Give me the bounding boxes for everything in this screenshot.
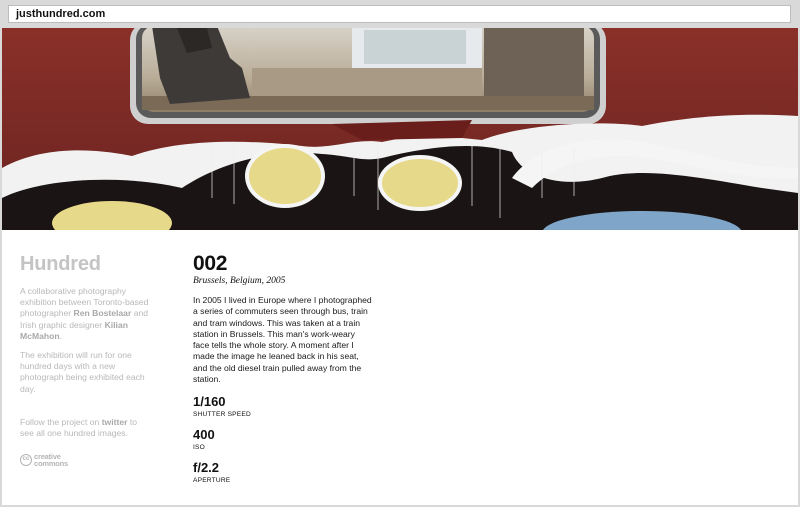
follow-pre: Follow the project on bbox=[20, 416, 102, 427]
address-bar[interactable]: justhundred.com bbox=[8, 5, 791, 23]
photo-number: 002 bbox=[193, 252, 228, 275]
stat-label: SHUTTER SPEED bbox=[193, 411, 251, 419]
intro-post: . bbox=[59, 330, 63, 341]
photo-details: 002 Brussels, Belgium, 2005 In 2005 I li… bbox=[193, 252, 373, 484]
creative-commons-icon: cc bbox=[20, 454, 32, 467]
follow-text: Follow the project on twitter to see all… bbox=[20, 417, 150, 439]
cc-line2: commons bbox=[34, 459, 69, 469]
intro-text: A collaborative photography exhibition b… bbox=[20, 286, 150, 342]
browser-window: justhundred.com Hundred A collaborative … bbox=[0, 0, 800, 507]
creative-commons-text: creative commons bbox=[34, 453, 69, 469]
site-title[interactable]: Hundred bbox=[20, 253, 150, 276]
twitter-link[interactable]: twitter bbox=[102, 417, 128, 427]
train-window-photo bbox=[2, 28, 798, 230]
creative-commons-badge[interactable]: cc creative commons bbox=[20, 453, 150, 467]
photo-location: Brussels, Belgium, 2005 bbox=[193, 276, 286, 286]
stat-iso: 400 ISO bbox=[193, 427, 373, 452]
stat-aperture: f/2.2 APERTURE bbox=[193, 460, 373, 485]
photographer-link[interactable]: Ren Bostelaar bbox=[74, 308, 132, 318]
web-page: Hundred A collaborative photography exhi… bbox=[2, 28, 798, 505]
exhibition-note: The exhibition will run for one hundred … bbox=[20, 350, 145, 394]
sidebar: Hundred A collaborative photography exhi… bbox=[20, 253, 150, 467]
stat-label: ISO bbox=[193, 444, 205, 452]
stat-shutter-speed: 1/160 SHUTTER SPEED bbox=[193, 394, 373, 419]
stat-value: 1/160 bbox=[193, 394, 226, 410]
stat-label: APERTURE bbox=[193, 477, 231, 485]
stat-value: f/2.2 bbox=[193, 460, 220, 476]
photo-story: In 2005 I lived in Europe where I photog… bbox=[193, 295, 372, 385]
hero-photo bbox=[2, 28, 798, 230]
stat-value: 400 bbox=[193, 427, 215, 443]
